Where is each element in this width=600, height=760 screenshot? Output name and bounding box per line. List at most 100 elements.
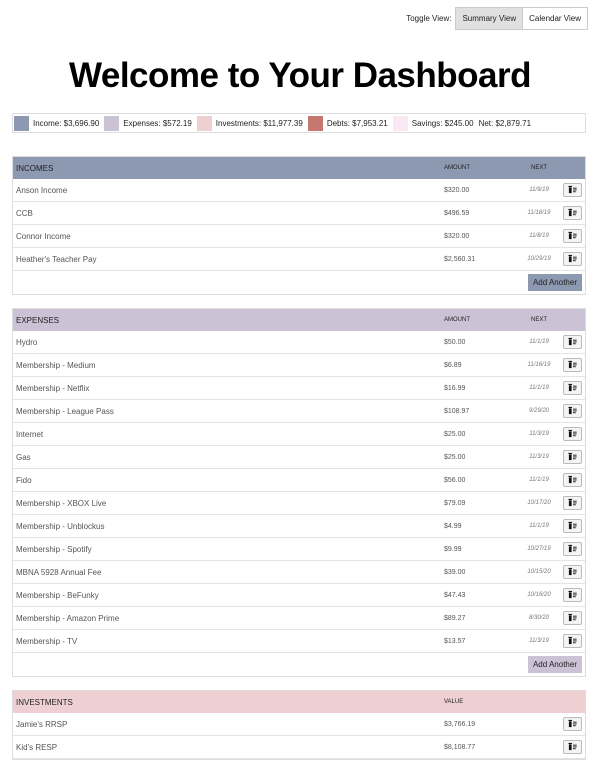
trash-icon	[567, 208, 577, 219]
trash-icon	[567, 742, 577, 753]
expenses-row: Membership - TV $13.57 11/3/19	[13, 630, 585, 653]
expenses-row: Membership - Unblockus $4.99 11/1/19	[13, 515, 585, 538]
row-next-date: 11/3/19	[529, 454, 549, 460]
incomes-section: INCOMES AMOUNT NEXT Anson Income $320.00 11/9…	[12, 156, 586, 295]
summary-view-button[interactable]: Summary View	[456, 8, 524, 29]
delete-button[interactable]	[562, 229, 582, 243]
delete-button[interactable]	[562, 252, 582, 266]
expenses-row: Membership - BeFunky $47.43 10/16/20	[13, 584, 585, 607]
expenses-row: Membership - Netflix $16.99 11/1/19	[13, 377, 585, 400]
add-another-button[interactable]: Add Another	[527, 656, 582, 673]
incomes-next-header: NEXT	[530, 165, 547, 171]
expenses-row: Membership - XBOX Live $79.09 10/17/20	[13, 492, 585, 515]
expenses-next-header: NEXT	[530, 317, 547, 323]
row-name: Anson Income	[16, 185, 68, 195]
incomes-title: INCOMES	[16, 163, 54, 173]
trash-icon	[567, 521, 577, 532]
delete-button[interactable]	[562, 542, 582, 556]
expenses-title: EXPENSES	[16, 315, 60, 325]
calendar-view-button[interactable]: Calendar View	[523, 8, 587, 29]
delete-button[interactable]	[562, 427, 582, 441]
investments-amount-header: VALUE	[444, 699, 464, 705]
row-name: CCB	[16, 208, 33, 218]
row-next-date: 11/16/19	[527, 362, 551, 368]
row-amount: $320.00	[444, 186, 470, 194]
row-name: Membership - Spotify	[16, 544, 92, 554]
row-name: MBNA 5928 Annual Fee	[16, 567, 102, 577]
row-name: Hydro	[16, 337, 38, 347]
delete-button[interactable]	[562, 183, 582, 197]
row-amount: $9.99	[444, 545, 462, 553]
legend-label: Expenses: $572.19	[123, 118, 192, 128]
row-next-date: 11/1/19	[529, 477, 549, 483]
row-name: Heather's Teacher Pay	[16, 254, 97, 264]
expenses-row: Hydro $50.00 11/1/19	[13, 331, 585, 354]
row-name: Gas	[16, 452, 31, 462]
legend-item: Savings: $245.00	[392, 115, 474, 131]
trash-icon	[567, 636, 577, 647]
row-next-date: 11/18/19	[527, 210, 551, 216]
expenses-header: EXPENSES AMOUNT NEXT	[13, 309, 585, 331]
trash-icon	[567, 452, 577, 463]
trash-icon	[567, 498, 577, 509]
incomes-header: INCOMES AMOUNT NEXT	[13, 157, 585, 179]
row-name: Membership - Unblockus	[16, 521, 105, 531]
row-amount: $25.00	[444, 430, 466, 438]
row-next-date: 10/27/19	[527, 546, 551, 552]
delete-button[interactable]	[562, 565, 582, 579]
row-amount: $47.43	[444, 591, 466, 599]
investments-title: INVESTMENTS	[16, 697, 73, 707]
delete-button[interactable]	[562, 740, 582, 754]
delete-button[interactable]	[562, 611, 582, 625]
view-toggle: Toggle View: Summary View Calendar View	[406, 7, 588, 30]
delete-button[interactable]	[562, 496, 582, 510]
legend-item: Expenses: $572.19	[104, 115, 192, 131]
summary-legend: Income: $3,696.90 Expenses: $572.19 Invest…	[12, 113, 586, 133]
trash-icon	[567, 406, 577, 417]
delete-button[interactable]	[562, 634, 582, 648]
expenses-row: MBNA 5928 Annual Fee $39.00 10/15/20	[13, 561, 585, 584]
delete-button[interactable]	[562, 473, 582, 487]
row-next-date: 10/15/20	[527, 569, 551, 575]
delete-button[interactable]	[562, 404, 582, 418]
delete-button[interactable]	[562, 717, 582, 731]
row-amount: $320.00	[444, 232, 470, 240]
expenses-row: Membership - Medium $6.89 11/16/19	[13, 354, 585, 377]
row-name: Jamie's RRSP	[16, 719, 68, 729]
delete-button[interactable]	[562, 206, 582, 220]
row-next-date: 8/30/20	[528, 615, 550, 621]
legend-item: Income: $3,696.90	[14, 115, 99, 131]
row-next-date: 11/1/19	[529, 523, 549, 529]
trash-icon	[567, 544, 577, 555]
row-name: Kid's RESP	[16, 742, 58, 752]
delete-button[interactable]	[562, 450, 582, 464]
row-name: Membership - League Pass	[16, 406, 114, 416]
delete-button[interactable]	[562, 519, 582, 533]
delete-button[interactable]	[562, 588, 582, 602]
incomes-amount-header: AMOUNT	[444, 165, 470, 171]
legend-item: Investments: $11,977.39	[196, 115, 303, 131]
row-next-date: 10/16/20	[527, 592, 551, 598]
investments-row: Jamie's RRSP $3,766.19	[13, 713, 585, 736]
incomes-footer: Add Another	[13, 271, 585, 294]
row-next-date: 10/17/20	[527, 500, 551, 506]
row-next-date: 11/3/19	[529, 638, 549, 644]
expenses-footer: Add Another	[13, 653, 585, 676]
legend-item: Net: $2,879.71	[479, 119, 531, 128]
row-next-date: 9/29/20	[528, 408, 550, 414]
expenses-row: Internet $25.00 11/3/19	[13, 423, 585, 446]
row-amount: $108.97	[444, 407, 470, 415]
row-amount: $50.00	[444, 338, 466, 346]
row-next-date: 10/29/19	[527, 256, 551, 262]
row-next-date: 11/8/19	[529, 233, 549, 239]
delete-button[interactable]	[562, 358, 582, 372]
delete-button[interactable]	[562, 335, 582, 349]
expenses-row: Gas $25.00 11/3/19	[13, 446, 585, 469]
row-amount: $39.00	[444, 568, 466, 576]
legend-label: Debts: $7,953.21	[326, 118, 388, 128]
toggle-label: Toggle View:	[406, 14, 452, 23]
delete-button[interactable]	[562, 381, 582, 395]
row-name: Membership - XBOX Live	[16, 498, 107, 508]
add-another-button[interactable]: Add Another	[527, 274, 582, 291]
incomes-row: Heather's Teacher Pay $2,560.31 10/29/19	[13, 248, 585, 271]
